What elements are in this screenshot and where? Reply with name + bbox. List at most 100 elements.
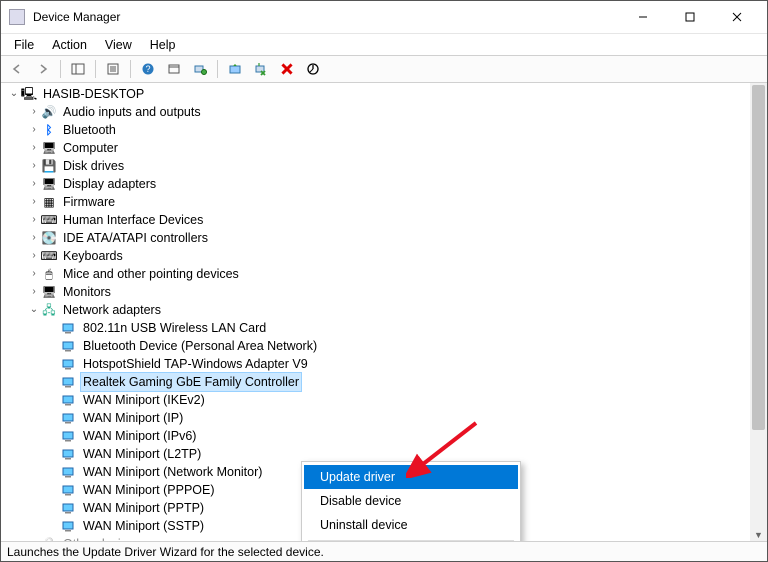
tree-item-label: Bluetooth Device (Personal Area Network)	[81, 337, 319, 355]
menu-file[interactable]: File	[5, 36, 43, 54]
pc-icon: 🖥	[41, 140, 57, 156]
tree-device[interactable]: WAN Miniport (IKEv2)	[7, 391, 750, 409]
tree-category[interactable]: ›🖥Monitors	[7, 283, 750, 301]
tree-item-label: Monitors	[61, 283, 113, 301]
expander-icon[interactable]: ›	[27, 139, 41, 157]
menu-help[interactable]: Help	[141, 36, 185, 54]
expander-icon[interactable]: ⌄	[27, 301, 41, 319]
disk-icon: 💾	[41, 158, 57, 174]
toolbar-separator	[217, 60, 218, 78]
tree-item-label: Display adapters	[61, 175, 158, 193]
tree-category[interactable]: ›⌨Human Interface Devices	[7, 211, 750, 229]
tree-item-label: Keyboards	[61, 247, 125, 265]
expander-icon[interactable]: ›	[27, 157, 41, 175]
svg-text:?: ?	[145, 64, 150, 74]
menu-action[interactable]: Action	[43, 36, 96, 54]
tree-category[interactable]: ›⌨Keyboards	[7, 247, 750, 265]
maximize-button[interactable]	[667, 3, 712, 31]
network-adapter-icon	[61, 410, 77, 426]
ctx-update-driver[interactable]: Update driver	[304, 465, 518, 489]
window-title: Device Manager	[33, 10, 620, 24]
expander-icon[interactable]: ›	[27, 247, 41, 265]
scroll-thumb[interactable]	[752, 85, 765, 430]
uninstall-device-button[interactable]	[275, 58, 299, 80]
tree-category[interactable]: ›ᛒBluetooth	[7, 121, 750, 139]
ctx-disable-device[interactable]: Disable device	[304, 489, 518, 513]
action-button[interactable]	[162, 58, 186, 80]
properties-button[interactable]	[101, 58, 125, 80]
hid-icon: ⌨	[41, 212, 57, 228]
expander-icon[interactable]: ›	[27, 229, 41, 247]
toolbar-separator	[60, 60, 61, 78]
forward-button[interactable]	[31, 58, 55, 80]
expander-icon[interactable]: ›	[27, 175, 41, 193]
scan-hardware-button[interactable]	[188, 58, 212, 80]
tree-item-label: WAN Miniport (L2TP)	[81, 445, 203, 463]
tree-device[interactable]: HotspotShield TAP-Windows Adapter V9	[7, 355, 750, 373]
show-hide-console-tree-button[interactable]	[66, 58, 90, 80]
menu-view[interactable]: View	[96, 36, 141, 54]
tree-category[interactable]: ›💽IDE ATA/ATAPI controllers	[7, 229, 750, 247]
tree-category[interactable]: ›🖥Display adapters	[7, 175, 750, 193]
tree-item-label: WAN Miniport (SSTP)	[81, 517, 206, 535]
expander-icon[interactable]: ›	[27, 193, 41, 211]
computer-root-icon: 🖳	[21, 86, 37, 102]
tree-item-label: WAN Miniport (PPPOE)	[81, 481, 217, 499]
expander-icon[interactable]: ⌄	[7, 85, 21, 103]
audio-icon: 🔊	[41, 104, 57, 120]
tree-item-label: WAN Miniport (IKEv2)	[81, 391, 207, 409]
toolbar-separator	[130, 60, 131, 78]
kb-icon: ⌨	[41, 248, 57, 264]
tree-item-label: Network adapters	[61, 301, 163, 319]
tree-device[interactable]: Bluetooth Device (Personal Area Network)	[7, 337, 750, 355]
tree-item-label: IDE ATA/ATAPI controllers	[61, 229, 210, 247]
network-adapter-icon	[61, 464, 77, 480]
status-text: Launches the Update Driver Wizard for th…	[7, 545, 324, 559]
tree-category[interactable]: ›💾Disk drives	[7, 157, 750, 175]
mouse-icon: 🖱	[41, 266, 57, 282]
expander-icon[interactable]: ›	[27, 121, 41, 139]
tree-item-label: HotspotShield TAP-Windows Adapter V9	[81, 355, 310, 373]
tree-category[interactable]: ›🖥Computer	[7, 139, 750, 157]
expander-icon[interactable]: ›	[27, 103, 41, 121]
network-adapter-icon	[61, 500, 77, 516]
window-controls	[620, 3, 759, 31]
expander-icon[interactable]: ›	[27, 283, 41, 301]
disable-device-button[interactable]	[249, 58, 273, 80]
expander-icon[interactable]: ›	[27, 265, 41, 283]
tree-device[interactable]: Realtek Gaming GbE Family Controller	[7, 373, 750, 391]
expander-icon[interactable]: ›	[27, 211, 41, 229]
tree-device[interactable]: WAN Miniport (IPv6)	[7, 427, 750, 445]
app-icon	[9, 9, 25, 25]
tree-item-label: Bluetooth	[61, 121, 118, 139]
network-adapter-icon	[61, 374, 77, 390]
net-icon: 🖧	[41, 302, 57, 318]
close-button[interactable]	[714, 3, 759, 31]
menu-bar: File Action View Help	[1, 33, 767, 55]
tree-item-label: WAN Miniport (IP)	[81, 409, 185, 427]
tree-category[interactable]: ⌄🖧Network adapters	[7, 301, 750, 319]
network-adapter-icon	[61, 446, 77, 462]
enable-device-button[interactable]	[301, 58, 325, 80]
ctx-uninstall-device[interactable]: Uninstall device	[304, 513, 518, 537]
minimize-button[interactable]	[620, 3, 665, 31]
vertical-scrollbar[interactable]: ▲ ▼	[750, 83, 767, 543]
title-bar: Device Manager	[1, 1, 767, 33]
network-adapter-icon	[61, 392, 77, 408]
tree-item-label: Audio inputs and outputs	[61, 103, 203, 121]
back-button[interactable]	[5, 58, 29, 80]
status-bar: Launches the Update Driver Wizard for th…	[1, 541, 767, 561]
tree-root[interactable]: ⌄🖳HASIB-DESKTOP	[7, 85, 750, 103]
display-icon: 🖥	[41, 176, 57, 192]
chip-icon: ▦	[41, 194, 57, 210]
update-driver-button[interactable]	[223, 58, 247, 80]
tree-category[interactable]: ›🔊Audio inputs and outputs	[7, 103, 750, 121]
tree-device[interactable]: WAN Miniport (IP)	[7, 409, 750, 427]
monitor-icon: 🖥	[41, 284, 57, 300]
tree-device[interactable]: 802.11n USB Wireless LAN Card	[7, 319, 750, 337]
tree-category[interactable]: ›🖱Mice and other pointing devices	[7, 265, 750, 283]
tree-item-label: Firmware	[61, 193, 117, 211]
tree-category[interactable]: ›▦Firmware	[7, 193, 750, 211]
content-area: ⌄🖳HASIB-DESKTOP›🔊Audio inputs and output…	[1, 83, 767, 543]
help-button[interactable]: ?	[136, 58, 160, 80]
